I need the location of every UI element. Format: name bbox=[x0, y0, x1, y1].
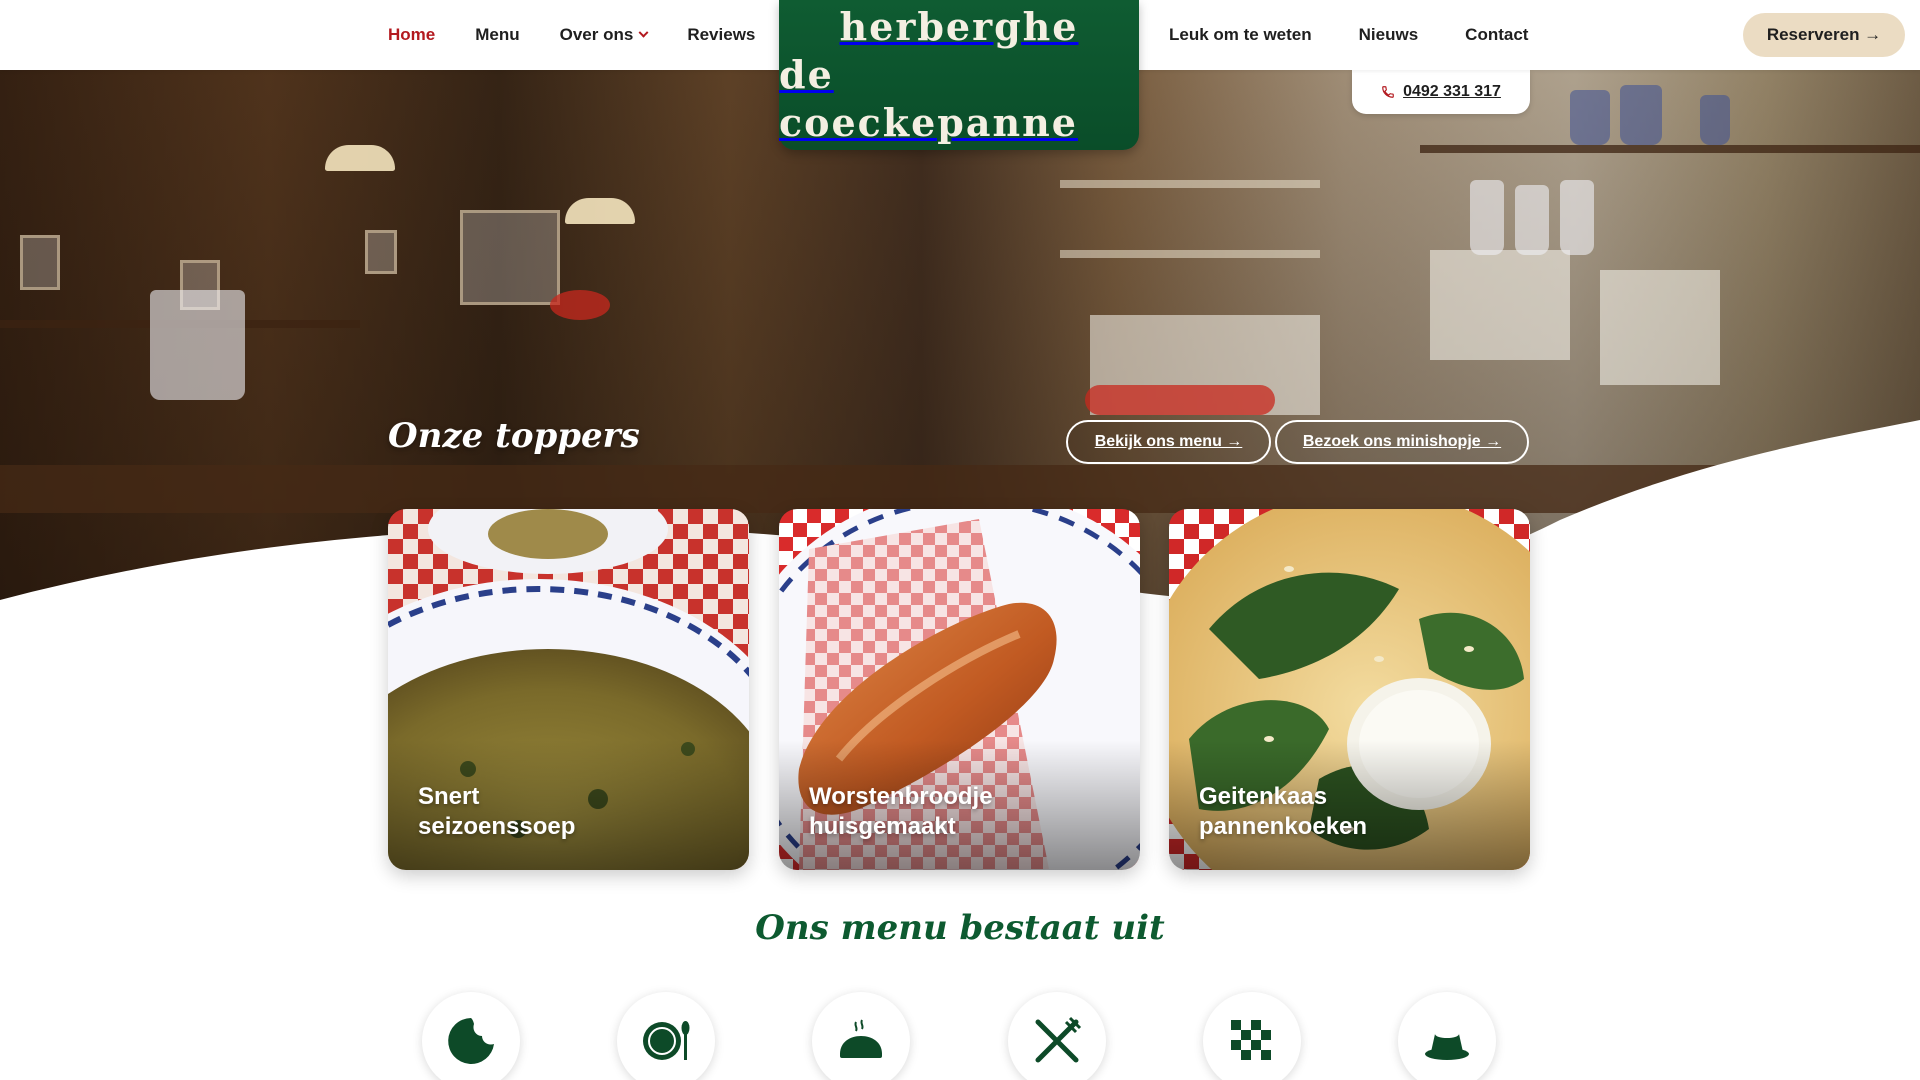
topper-card-snert[interactable]: Snert seizoenssoep bbox=[388, 509, 749, 870]
nav-menu[interactable]: Menu bbox=[475, 25, 519, 45]
site-logo[interactable]: herberghe de coeckepanne bbox=[779, 0, 1139, 150]
topper-card-geitenkaas[interactable]: Geitenkaas pannenkoeken bbox=[1169, 509, 1530, 870]
card-title: Worstenbroodje bbox=[809, 783, 993, 810]
toppers-title: Onze toppers bbox=[388, 416, 640, 456]
card-subtitle: huisgemaakt bbox=[809, 813, 956, 840]
nav-contact[interactable]: Contact bbox=[1465, 25, 1528, 45]
wall-frame bbox=[20, 235, 60, 290]
topper-card-worstenbroodje[interactable]: Worstenbroodje huisgemaakt bbox=[779, 509, 1140, 870]
main-nav-right: Leuk om te weten Nieuws Contact bbox=[1169, 0, 1528, 70]
flowers-decoration bbox=[550, 290, 610, 320]
jar-decoration bbox=[1560, 180, 1594, 255]
menu-section-title: Ons menu bestaat uit bbox=[755, 908, 1165, 948]
menu-category-row bbox=[0, 992, 1920, 1080]
shelf bbox=[1060, 180, 1320, 188]
checkered-basket bbox=[1085, 385, 1275, 415]
phone-icon bbox=[1381, 85, 1395, 99]
phone-number: 0492 331 317 bbox=[1403, 83, 1501, 100]
wall-frame bbox=[365, 230, 397, 274]
logo-line-1: herberghe bbox=[839, 4, 1079, 49]
cookie-icon[interactable] bbox=[422, 992, 520, 1080]
pudding-icon[interactable] bbox=[1398, 992, 1496, 1080]
lamp-decoration bbox=[565, 198, 635, 224]
card-caption: Snert seizoenssoep bbox=[418, 782, 575, 842]
card-caption: Worstenbroodje huisgemaakt bbox=[809, 782, 993, 842]
chevron-down-icon bbox=[638, 27, 649, 38]
nav-over-ons[interactable]: Over ons bbox=[559, 25, 649, 45]
logo-line-2: de coeckepanne bbox=[779, 52, 1078, 145]
card-title: Snert bbox=[418, 783, 480, 810]
card-subtitle: seizoenssoep bbox=[418, 813, 576, 840]
main-nav-left: Home Menu Over ons Reviews bbox=[388, 0, 755, 70]
nav-over-ons-label: Over ons bbox=[559, 25, 634, 44]
card-caption: Geitenkaas pannenkoeken bbox=[1199, 782, 1367, 842]
card-title: Geitenkaas bbox=[1199, 783, 1328, 810]
lamp-decoration bbox=[325, 145, 395, 171]
jar-decoration bbox=[1620, 85, 1662, 145]
wall-frame bbox=[460, 210, 560, 305]
checker-icon[interactable] bbox=[1203, 992, 1301, 1080]
shelf bbox=[1060, 250, 1320, 258]
card-subtitle: pannenkoeken bbox=[1199, 813, 1368, 840]
shelf bbox=[1420, 145, 1920, 153]
tile-wall bbox=[1600, 270, 1720, 385]
jar-decoration bbox=[1515, 185, 1549, 255]
plate-icon[interactable] bbox=[617, 992, 715, 1080]
nav-home[interactable]: Home bbox=[388, 25, 435, 45]
tile-wall bbox=[1430, 250, 1570, 360]
nav-reviews[interactable]: Reviews bbox=[687, 25, 755, 45]
bread-icon[interactable] bbox=[812, 992, 910, 1080]
nav-nieuws[interactable]: Nieuws bbox=[1359, 25, 1419, 45]
view-menu-button[interactable]: Bekijk ons menu → bbox=[1066, 420, 1271, 464]
jar-decoration bbox=[1700, 95, 1730, 145]
visit-shop-button[interactable]: Bezoek ons minishopje → bbox=[1275, 420, 1529, 464]
bar-counter bbox=[0, 465, 1920, 513]
nav-leuk-om-te-weten[interactable]: Leuk om te weten bbox=[1169, 25, 1312, 45]
jar-decoration bbox=[1570, 90, 1610, 145]
jar-decoration bbox=[1470, 180, 1504, 255]
phone-link[interactable]: 0492 331 317 bbox=[1352, 70, 1530, 114]
cutlery-icon[interactable] bbox=[1008, 992, 1106, 1080]
jug-decoration bbox=[150, 290, 245, 400]
reserve-button[interactable]: Reserveren → bbox=[1743, 13, 1905, 57]
